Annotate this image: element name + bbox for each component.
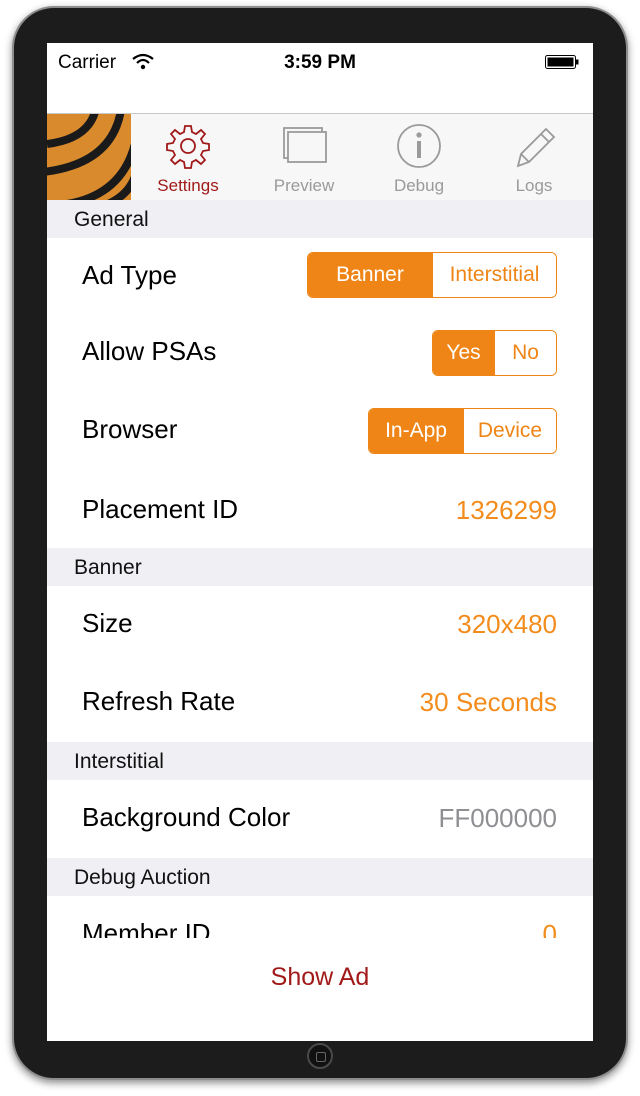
browser-segmented-control: In-App Device <box>368 408 557 454</box>
ad-type-banner-option[interactable]: Banner <box>308 253 432 297</box>
section-header-interstitial: Interstitial <box>47 742 593 780</box>
browser-device-option[interactable]: Device <box>463 409 556 453</box>
section-header-banner: Banner <box>47 548 593 586</box>
pencil-icon <box>516 127 556 168</box>
size-row[interactable]: Size 320x480 <box>47 586 593 664</box>
ad-type-segmented-control: Banner Interstitial <box>307 252 557 298</box>
allow-psas-no-option[interactable]: No <box>494 331 556 375</box>
ad-type-interstitial-option[interactable]: Interstitial <box>432 253 556 297</box>
section-header-general: General <box>47 200 593 238</box>
browser-label: Browser <box>82 414 178 444</box>
browser-in-app-option[interactable]: In-App <box>369 409 463 453</box>
allow-psas-row: Allow PSAs Yes No <box>47 316 593 394</box>
size-label: Size <box>82 608 133 638</box>
allow-psas-label: Allow PSAs <box>82 336 217 366</box>
status-bar: Carrier 3:59 PM <box>47 43 593 83</box>
refresh-rate-label: Refresh Rate <box>82 686 236 716</box>
app-logo <box>47 109 141 210</box>
section-title: Banner <box>74 556 142 579</box>
tab-logs-label: Logs <box>515 176 553 195</box>
preview-icon <box>283 127 327 163</box>
allow-psas-yes-option[interactable]: Yes <box>433 331 494 375</box>
tab-settings-label: Settings <box>157 176 219 195</box>
background-color-row[interactable]: Background Color FF000000 <box>47 780 593 858</box>
section-title: Interstitial <box>74 750 164 773</box>
placement-id-label: Placement ID <box>82 494 239 524</box>
tab-debug[interactable]: Debug <box>364 114 474 200</box>
tab-settings[interactable]: Settings <box>133 114 243 200</box>
tab-bar: Settings Preview Debug Logs <box>47 109 593 210</box>
allow-psas-segmented-control: Yes No <box>432 330 557 376</box>
placement-id-value[interactable]: 1326299 <box>456 495 557 526</box>
tab-preview-label: Preview <box>273 176 335 195</box>
battery-icon <box>545 55 579 69</box>
tab-debug-label: Debug <box>393 176 445 195</box>
placement-id-row[interactable]: Placement ID 1326299 <box>47 472 593 550</box>
size-value[interactable]: 320x480 <box>457 609 557 640</box>
show-ad-bar: Show Ad <box>47 938 593 1028</box>
gear-icon <box>166 125 210 169</box>
browser-row: Browser In-App Device <box>47 394 593 472</box>
tab-logs[interactable]: Logs <box>479 114 589 200</box>
show-ad-button[interactable]: Show Ad <box>47 963 593 992</box>
tab-preview[interactable]: Preview <box>249 114 359 200</box>
background-color-label: Background Color <box>82 802 291 832</box>
refresh-rate-row[interactable]: Refresh Rate 30 Seconds <box>47 664 593 742</box>
background-color-value[interactable]: FF000000 <box>438 803 557 834</box>
home-button[interactable] <box>307 1043 333 1069</box>
app-screen: Carrier 3:59 PM Settings Preview Debug L… <box>47 43 593 1041</box>
section-title: General <box>74 208 149 231</box>
ad-type-label: Ad Type <box>82 260 177 290</box>
ad-type-row: Ad Type Banner Interstitial <box>47 238 593 316</box>
info-icon <box>397 124 441 168</box>
section-header-debug-auction: Debug Auction <box>47 858 593 896</box>
clock: 3:59 PM <box>284 52 356 73</box>
section-title: Debug Auction <box>74 866 211 889</box>
refresh-rate-value[interactable]: 30 Seconds <box>420 687 557 718</box>
